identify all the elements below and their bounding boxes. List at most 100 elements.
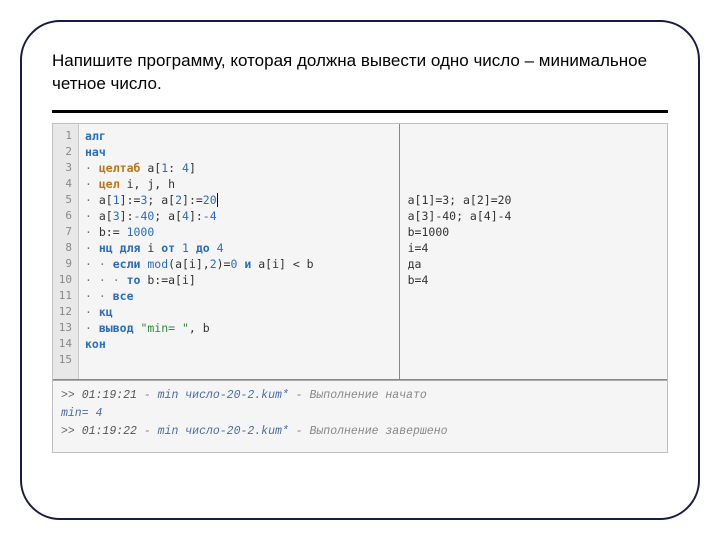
code-kw: алг (85, 129, 106, 143)
code-txt: )= (217, 257, 231, 271)
cursor (217, 193, 218, 207)
code-txt: i (140, 241, 161, 255)
line-num: 4 (65, 177, 72, 190)
console-prompt: >> (61, 389, 82, 402)
code-txt: (a[i], (168, 257, 210, 271)
code-txt: i, j, h (120, 177, 175, 191)
code-txt: ] (189, 161, 196, 175)
code-txt: ]:= (120, 193, 141, 207)
code-dash: · (85, 161, 92, 175)
line-num: 3 (65, 161, 72, 174)
code-txt (189, 241, 196, 255)
code-dash: · (85, 225, 92, 239)
line-num: 1 (65, 129, 72, 142)
slide-frame: Напишите программу, которая должна вывес… (20, 20, 700, 520)
code-txt: a[i] < b (251, 257, 313, 271)
code-dash: · (85, 209, 92, 223)
code-txt: ; a[ (154, 209, 182, 223)
code-num: 3 (113, 209, 120, 223)
console-file: min число-20-2.kum* (158, 389, 289, 402)
code-txt: ; a[ (147, 193, 175, 207)
watch-line: да (408, 257, 422, 271)
code-txt: a[ (140, 161, 161, 175)
code-txt: a[ (92, 209, 113, 223)
code-num: 20 (203, 193, 217, 207)
code-dash: · · (85, 257, 106, 271)
code-num: 4 (182, 209, 189, 223)
code-txt: b:= (92, 225, 127, 239)
line-num: 6 (65, 209, 72, 222)
code-txt (175, 241, 182, 255)
line-num: 7 (65, 225, 72, 238)
code-num: -4 (203, 209, 217, 223)
code-kw: кц (99, 305, 113, 319)
watch-line: i=4 (408, 241, 429, 255)
code-dash: · (85, 305, 92, 319)
console-time: 01:19:22 (82, 425, 137, 438)
line-num: 9 (65, 257, 72, 270)
code-kw: нц для (99, 241, 141, 255)
code-num: 2 (210, 257, 217, 271)
console-msg: - Выполнение завершено (289, 425, 448, 438)
code-kw: все (113, 289, 134, 303)
code-fn: mod (147, 257, 168, 271)
line-num: 15 (59, 353, 72, 366)
code-type: целтаб (99, 161, 141, 175)
code-num: 4 (182, 161, 189, 175)
code-txt: ]:= (182, 193, 203, 207)
code-txt: : (168, 161, 182, 175)
code-dash: · (85, 193, 92, 207)
line-num: 12 (59, 305, 72, 318)
code-type: цел (99, 177, 120, 191)
code-kw: если (113, 257, 141, 271)
code-dash: · · · (85, 273, 120, 287)
line-num: 11 (59, 289, 72, 302)
code-kw: вывод (99, 321, 134, 335)
line-num: 14 (59, 337, 72, 350)
console-file: min число-20-2.kum* (158, 425, 289, 438)
code-editor-pane[interactable]: 123456789101112131415 алг нач · целтаб a… (53, 124, 400, 379)
line-num: 8 (65, 241, 72, 254)
line-gutter: 123456789101112131415 (53, 124, 79, 379)
console-pane[interactable]: >> 01:19:21 - min число-20-2.kum* - Выпо… (53, 380, 667, 452)
console-msg: - Выполнение начато (289, 389, 427, 402)
code-num: 1 (182, 241, 189, 255)
watch-line: a[1]=3; a[2]=20 (408, 193, 512, 207)
code-kw: нач (85, 145, 106, 159)
task-description: Напишите программу, которая должна вывес… (52, 50, 668, 96)
code-num: 2 (175, 193, 182, 207)
code-kw: от (161, 241, 175, 255)
console-dash: - (137, 425, 158, 438)
ide-window: 123456789101112131415 алг нач · целтаб a… (52, 123, 668, 453)
code-dash: · (85, 321, 92, 335)
code-num: 1000 (127, 225, 155, 239)
line-num: 2 (65, 145, 72, 158)
code-txt: ]: (189, 209, 203, 223)
divider (52, 110, 668, 113)
watch-line: b=4 (408, 273, 429, 287)
code-txt: , b (189, 321, 210, 335)
code-num: 4 (217, 241, 224, 255)
line-num: 5 (65, 193, 72, 206)
code-str: "min= " (140, 321, 188, 335)
code-kw: до (196, 241, 210, 255)
code-txt: ]: (120, 209, 134, 223)
console-dash: - (137, 389, 158, 402)
code-kw: то (127, 273, 141, 287)
code-num: 1 (113, 193, 120, 207)
console-prompt: >> (61, 425, 82, 438)
code-kw: кон (85, 337, 106, 351)
watch-line: b=1000 (408, 225, 450, 239)
code-txt: a[ (92, 193, 113, 207)
code-num: -40 (134, 209, 155, 223)
code-txt (210, 241, 217, 255)
line-num: 10 (59, 273, 72, 286)
code-dash: · (85, 241, 92, 255)
code-text[interactable]: алг нач · целтаб a[1: 4] · цел i, j, h ·… (79, 124, 399, 379)
console-output: min= 4 (61, 407, 102, 420)
ide-top-split: 123456789101112131415 алг нач · целтаб a… (53, 124, 667, 380)
watch-pane[interactable]: a[1]=3; a[2]=20 a[3]-40; a[4]-4 b=1000 i… (400, 124, 667, 379)
watch-line: a[3]-40; a[4]-4 (408, 209, 512, 223)
console-time: 01:19:21 (82, 389, 137, 402)
code-dash: · · (85, 289, 106, 303)
